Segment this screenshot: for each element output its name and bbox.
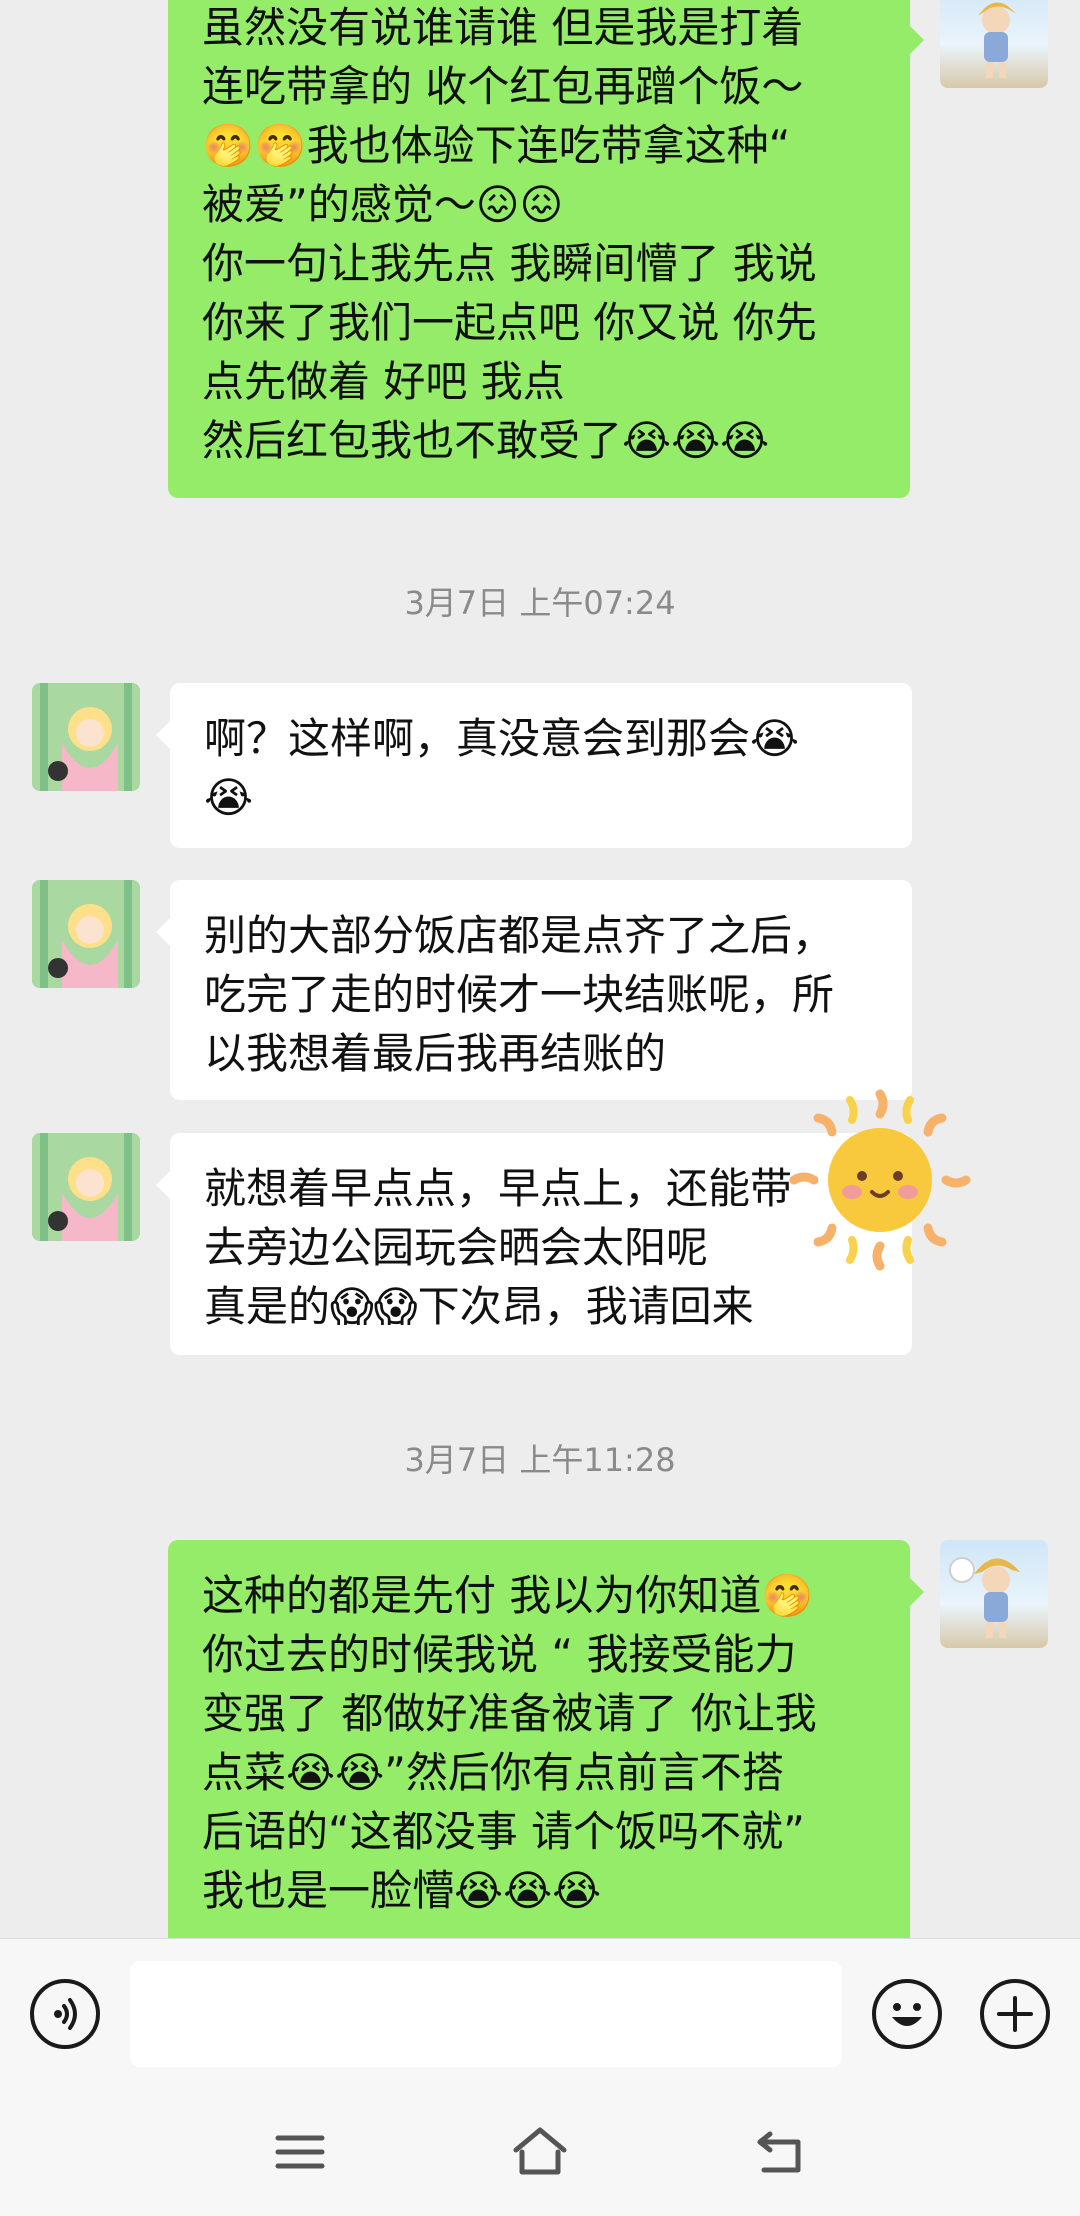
avatar-anime-girl-icon: [32, 880, 140, 988]
message-bubble-outgoing[interactable]: 虽然没有说谁请谁 但是我是打着 连吃带拿的 收个红包再蹭个饭～ 🤭🤭我也体验下连…: [168, 0, 924, 498]
my-avatar[interactable]: [940, 1540, 1048, 1648]
message-input-bar: [0, 1938, 1080, 2089]
timestamp: 3月7日 上午07:24: [404, 584, 676, 622]
avatar-girl-icon: [978, 2, 1016, 78]
emoji-icon: [892, 2003, 922, 2026]
timestamp: 3月7日 上午11:28: [404, 1441, 676, 1479]
message-bubble-incoming[interactable]: 别的大部分饭店都是点齐了之后， 吃完了走的时候才一块结账呢，所 以我想着最后我再…: [156, 880, 912, 1100]
avatar-girl-icon: [949, 1557, 1020, 1638]
contact-avatar[interactable]: [32, 880, 140, 988]
contact-avatar[interactable]: [32, 1133, 140, 1241]
message-input[interactable]: [130, 1961, 842, 2067]
menu-icon[interactable]: [268, 2120, 332, 2184]
message-bubble-outgoing[interactable]: 这种的都是先付 我以为你知道🤭 你过去的时候我说 “ 我接受能力 变强了 都做好…: [168, 1540, 924, 1938]
back-icon[interactable]: [748, 2120, 812, 2184]
sun-sticker-icon: [789, 1089, 971, 1271]
chat-area: 虽然没有说谁请谁 但是我是打着 连吃带拿的 收个红包再蹭个饭～ 🤭🤭我也体验下连…: [0, 0, 1080, 1938]
contact-avatar[interactable]: [32, 683, 140, 791]
avatar-anime-girl-icon: [32, 1133, 140, 1241]
avatar-anime-girl-icon: [32, 683, 140, 791]
more-button[interactable]: [980, 1979, 1050, 2049]
home-icon[interactable]: [508, 2120, 572, 2184]
system-nav-bar: [0, 2088, 1080, 2216]
message-bubble-incoming[interactable]: 啊？这样啊，真没意会到那会😭 😭: [156, 683, 912, 848]
emoji-button[interactable]: [872, 1979, 942, 2049]
my-avatar[interactable]: [940, 0, 1048, 88]
voice-button[interactable]: [30, 1979, 100, 2049]
voice-icon: [54, 1998, 77, 2030]
plus-icon: [997, 1996, 1033, 2032]
